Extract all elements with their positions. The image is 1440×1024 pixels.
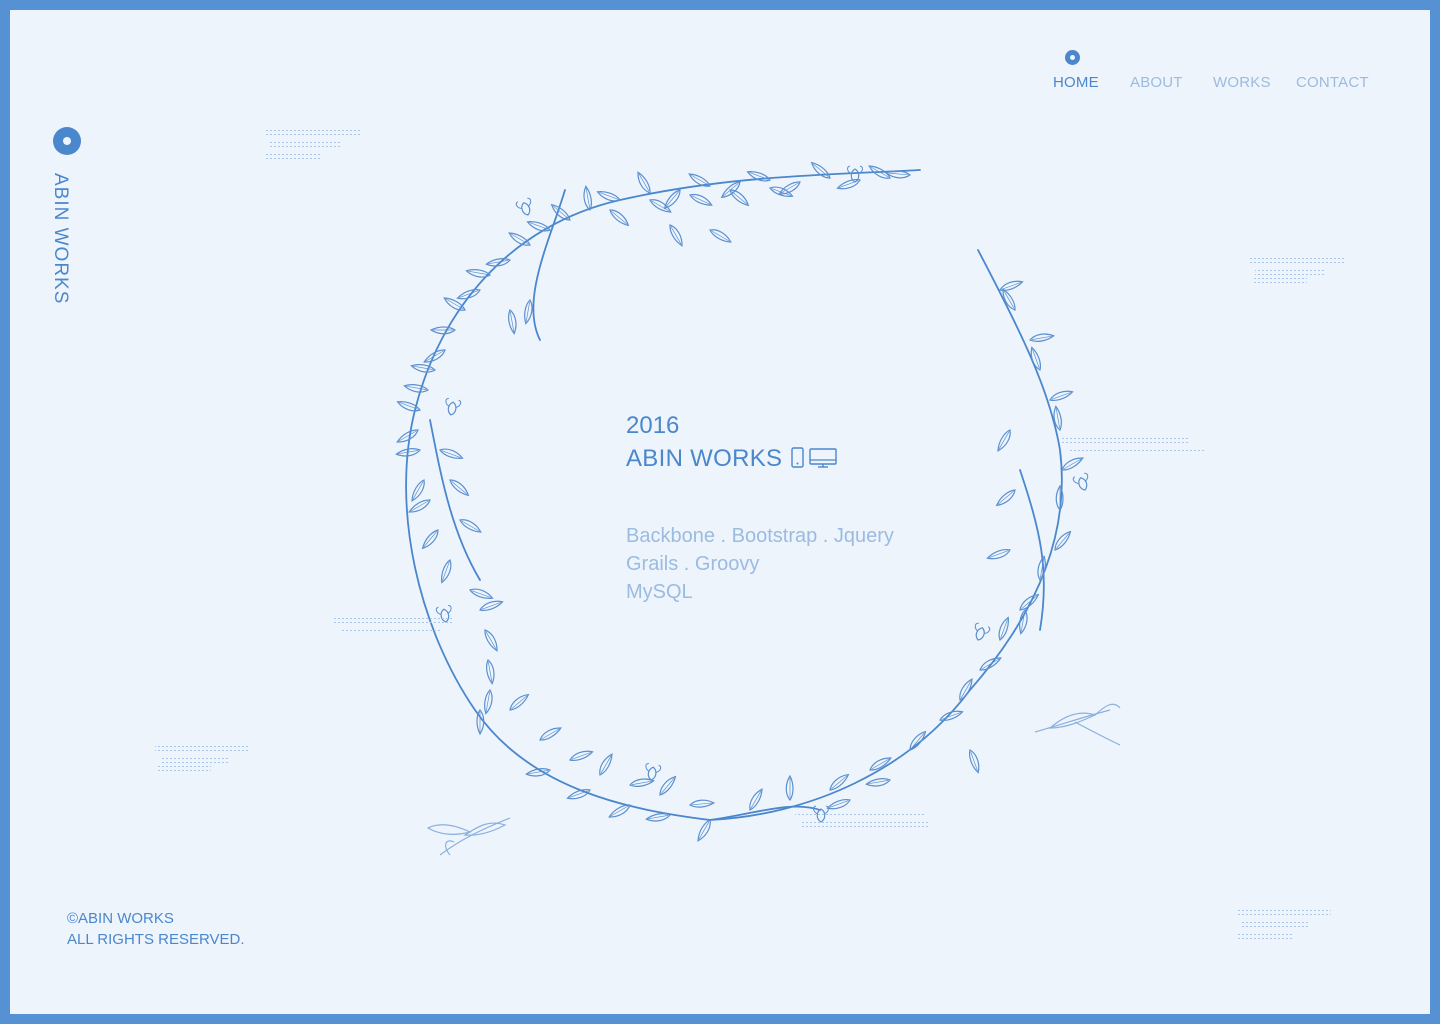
hero-year: 2016 (626, 412, 680, 439)
nav-about[interactable]: ABOUT (1130, 74, 1183, 94)
hero-title: ABIN WORKS (626, 445, 783, 472)
copyright-text: ©ABIN WORKS (67, 910, 174, 927)
page-frame: HOME ABOUT WORKS CONTACT ABIN WORKS 2016… (0, 0, 1440, 1024)
mobile-icon (791, 447, 804, 468)
side-brand-label: ABIN WORKS (50, 173, 71, 305)
tech-line-1: Backbone . Bootstrap . Jquery (626, 525, 894, 547)
rights-text: ALL RIGHTS RESERVED. (67, 931, 245, 948)
nav-active-indicator-icon (1065, 50, 1080, 65)
nav-works[interactable]: WORKS (1213, 74, 1271, 94)
nav-home[interactable]: HOME (1053, 74, 1099, 94)
tech-line-2: Grails . Groovy (626, 553, 760, 575)
floral-wreath-illustration (155, 130, 1345, 939)
tech-line-3: MySQL (626, 581, 693, 603)
nav-contact[interactable]: CONTACT (1296, 74, 1369, 94)
logo-icon[interactable] (53, 127, 81, 155)
desktop-icon (809, 448, 837, 468)
